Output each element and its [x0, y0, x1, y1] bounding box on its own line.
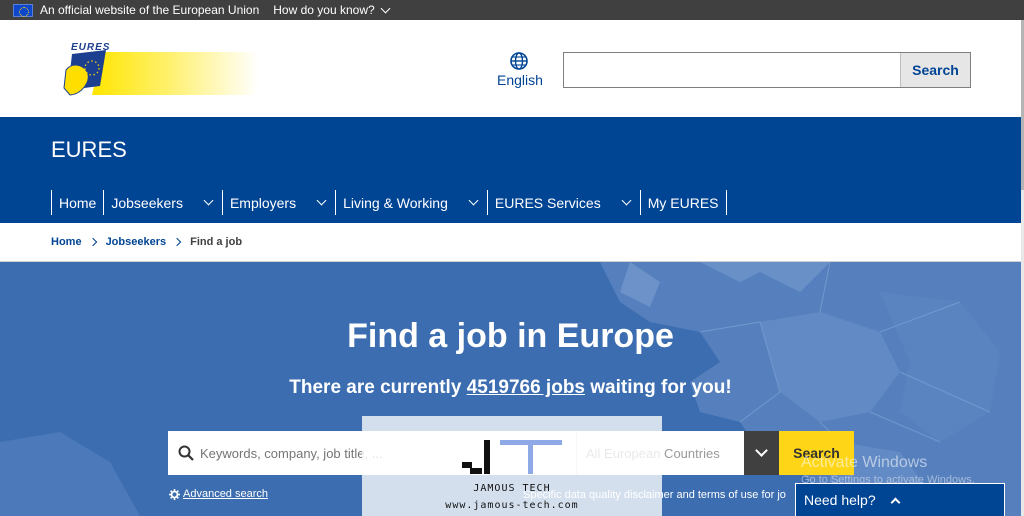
chevron-down-icon[interactable] — [621, 195, 632, 206]
nav-item-label: Jobseekers — [111, 194, 183, 211]
hero-title: Find a job in Europe — [347, 317, 674, 355]
site-header: EURES Home Jobseekers Employers Living &… — [0, 117, 1021, 223]
chevron-down-icon — [755, 444, 768, 457]
nav-item-employers[interactable]: Employers — [221, 190, 335, 215]
language-label: English — [497, 72, 543, 88]
nav-item-label: Employers — [229, 194, 297, 211]
eures-logo[interactable]: EURES — [62, 40, 258, 98]
site-title[interactable]: EURES — [51, 137, 127, 163]
nav-item-label: Living & Working — [343, 194, 448, 211]
gear-icon — [169, 488, 180, 500]
chevron-down-icon — [380, 3, 391, 13]
hero-subtitle: There are currently 4519766 jobs waiting… — [0, 377, 1021, 399]
hero-sub-after: waiting for you! — [585, 377, 732, 398]
search-icon — [178, 445, 194, 461]
nav-item-label: My EURES — [647, 194, 719, 211]
nav-item-label: Home — [59, 194, 97, 211]
advanced-search-label: Advanced search — [183, 488, 268, 500]
watermark-overlay: JAMOUS TECH www.jamous-tech.com — [362, 416, 662, 516]
site-search: Search — [563, 52, 971, 88]
globe-icon — [510, 52, 528, 70]
chevron-right-icon — [88, 237, 97, 247]
language-selector[interactable]: English — [497, 52, 543, 88]
advanced-search-link[interactable]: Advanced search — [169, 488, 268, 500]
nav-item-my-eures[interactable]: My EURES — [639, 190, 727, 215]
watermark-url: www.jamous-tech.com — [445, 500, 579, 511]
nav-item-jobseekers[interactable]: Jobseekers — [103, 190, 222, 215]
chevron-down-icon[interactable] — [316, 195, 327, 206]
main-nav: Home Jobseekers Employers Living & Worki… — [51, 190, 727, 215]
site-search-input[interactable] — [564, 53, 900, 87]
site-search-button[interactable]: Search — [900, 53, 970, 87]
logo-text: EURES — [71, 42, 111, 53]
how-do-you-know-label: How do you know? — [273, 3, 375, 17]
breadcrumb-current: Find a job — [190, 236, 243, 248]
need-help-button[interactable]: Need help? — [795, 483, 1005, 516]
breadcrumb: Home Jobseekers Find a job — [51, 236, 242, 248]
need-help-label: Need help? — [804, 492, 876, 508]
nav-item-label: EURES Services — [494, 194, 601, 211]
watermark-logo — [462, 440, 562, 474]
nav-item-eures-services[interactable]: EURES Services — [486, 190, 640, 215]
how-do-you-know-toggle[interactable]: How do you know? — [273, 3, 391, 17]
chevron-up-icon — [890, 497, 901, 507]
breadcrumb-jobseekers[interactable]: Jobseekers — [106, 236, 167, 248]
breadcrumb-home[interactable]: Home — [51, 236, 82, 248]
eu-official-bar: An official website of the European Unio… — [0, 0, 1024, 20]
chevron-down-icon[interactable] — [468, 195, 479, 206]
nav-item-living-working[interactable]: Living & Working — [335, 190, 487, 215]
chevron-down-icon[interactable] — [203, 195, 214, 206]
chevron-right-icon — [172, 237, 182, 247]
country-dropdown-button[interactable] — [744, 431, 779, 475]
eu-official-text: An official website of the European Unio… — [40, 3, 260, 17]
hero-sub-before: There are currently — [289, 377, 467, 398]
watermark-name: JAMOUS TECH — [473, 483, 551, 494]
eu-flag-icon — [13, 3, 33, 17]
job-count-link[interactable]: 4519766 jobs — [467, 377, 585, 398]
nav-item-home[interactable]: Home — [51, 190, 103, 215]
activate-windows-title: Activate Windows — [801, 454, 928, 471]
